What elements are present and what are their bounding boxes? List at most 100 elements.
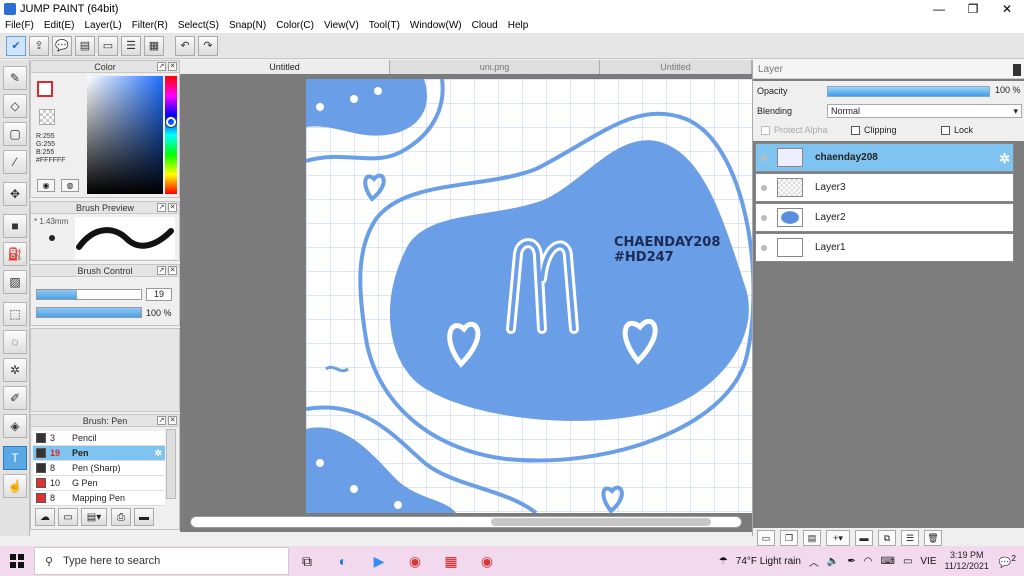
close-panel-icon[interactable]: ✕ [168, 416, 177, 425]
close-panel-icon[interactable]: ✕ [168, 203, 177, 212]
upload-icon[interactable]: ⇪ [29, 35, 49, 56]
menu-help[interactable]: Help [503, 20, 534, 31]
new-folder-icon[interactable]: ▬ [855, 530, 873, 546]
jump-paint-taskbar-icon[interactable]: ▦ [433, 546, 469, 576]
close-button[interactable]: ✕ [990, 0, 1024, 17]
brush-opacity-slider[interactable] [36, 307, 142, 318]
layer-settings-gear-icon[interactable]: ✲ [999, 151, 1010, 167]
brush-item-pencil[interactable]: 3 Pencil [33, 431, 165, 446]
layer-row-layer2[interactable]: Layer2 [755, 203, 1014, 232]
windows-start-icon[interactable] [0, 546, 34, 576]
keyboard-icon[interactable]: ⌨ [881, 556, 895, 567]
task-view-icon[interactable]: ⧉ [289, 546, 325, 576]
hand-tool-icon[interactable]: ☝ [3, 474, 27, 498]
layer-row-layer1[interactable]: Layer1 [755, 233, 1014, 262]
scrollbar-thumb[interactable] [491, 518, 711, 526]
menu-edit[interactable]: Edit(E) [39, 20, 80, 31]
merge-layer-icon[interactable]: ⧉ [878, 530, 896, 546]
display-icon[interactable]: ▭ [903, 556, 912, 567]
brush-size-slider[interactable] [36, 289, 142, 300]
add-layer-menu-icon[interactable]: +▾ [826, 530, 850, 546]
page-list-icon[interactable]: ☰ [121, 35, 141, 56]
menu-layer[interactable]: Layer(L) [79, 20, 126, 31]
clipping-checkbox[interactable]: Clipping [851, 125, 897, 135]
menu-view[interactable]: View(V) [319, 20, 364, 31]
layer-panel-scroll-handle[interactable] [1013, 64, 1021, 76]
weather-text[interactable]: 74°F Light rain [736, 556, 801, 567]
menu-window[interactable]: Window(W) [405, 20, 467, 31]
menu-filter[interactable]: Filter(R) [127, 20, 173, 31]
bucket-tool-icon[interactable]: ⛽ [3, 242, 27, 266]
document-icon[interactable]: ▭ [98, 35, 118, 56]
brush-size-input[interactable]: 19 [146, 288, 172, 301]
minimize-button[interactable]: — [922, 0, 956, 17]
drawing-canvas[interactable]: CHAENDAY208 #HD247 [306, 79, 754, 513]
delete-layer-icon[interactable]: 🗑 [924, 530, 942, 546]
layer-opacity-slider[interactable] [827, 86, 990, 97]
marquee-tool-icon[interactable]: ⬚ [3, 302, 27, 326]
brush-export-icon[interactable]: ⎙ [111, 508, 131, 526]
canvas-text-line1[interactable]: CHAENDAY208 [614, 235, 720, 250]
menu-file[interactable]: File(F) [0, 20, 39, 31]
layout-icon[interactable]: ▦ [144, 35, 164, 56]
brush-tool-icon[interactable]: ✎ [3, 66, 27, 90]
undock-icon[interactable]: ↗ [157, 62, 166, 71]
select-rect-tool-icon[interactable]: ▢ [3, 122, 27, 146]
canvas-horizontal-scrollbar[interactable] [190, 516, 742, 528]
brush-item-pen-sharp[interactable]: 8 Pen (Sharp) [33, 461, 165, 476]
blending-select[interactable]: Normal ▾ [827, 104, 1022, 118]
volume-icon[interactable]: 🔈 [827, 556, 839, 567]
eraser-tool-icon[interactable]: ◇ [3, 94, 27, 118]
visibility-eye-icon[interactable] [761, 184, 767, 191]
brush-folder-icon[interactable]: ▬ [134, 508, 154, 526]
select-pen-tool-icon[interactable]: ✐ [3, 386, 27, 410]
brush-list-scrollbar[interactable] [166, 429, 176, 499]
speech-bubble-icon[interactable]: 💬 [52, 35, 72, 56]
text-tool-icon[interactable]: T [3, 446, 27, 470]
tab-uni-png[interactable]: uni.png [390, 60, 600, 74]
menu-snap[interactable]: Snap(N) [224, 20, 271, 31]
saturation-value-picker[interactable] [87, 76, 163, 194]
transparent-swatch[interactable] [39, 109, 55, 125]
brush-settings-gear-icon[interactable]: ✲ [154, 448, 162, 459]
brush-item-pen[interactable]: 19 Pen ✲ [33, 446, 165, 461]
notifications-icon[interactable]: 💬2 [999, 553, 1016, 568]
protect-alpha-checkbox[interactable]: Protect Alpha [761, 125, 828, 135]
undock-icon[interactable]: ↗ [157, 203, 166, 212]
edge-browser-icon[interactable]: ◐ [325, 546, 361, 576]
chrome-icon[interactable]: ◉ [397, 546, 433, 576]
hue-knob[interactable] [166, 117, 176, 127]
move-tool-icon[interactable]: ✥ [3, 182, 27, 206]
wifi-icon[interactable]: ◠ [864, 556, 873, 567]
new-text-layer-icon[interactable]: ▤ [803, 530, 821, 546]
menu-tool[interactable]: Tool(T) [364, 20, 405, 31]
undo-icon[interactable]: ↶ [175, 35, 195, 56]
menu-color[interactable]: Color(C) [271, 20, 319, 31]
zoom-app-icon[interactable]: ▶ [361, 546, 397, 576]
visibility-eye-icon[interactable] [761, 244, 767, 251]
lock-checkbox[interactable]: Lock [941, 125, 973, 135]
menu-select[interactable]: Select(S) [173, 20, 224, 31]
lasso-tool-icon[interactable]: ◌ [3, 330, 27, 354]
brush-item-mapping-pen[interactable]: 8 Mapping Pen [33, 491, 165, 506]
taskbar-search-input[interactable]: ⚲ Type here to search [34, 547, 289, 575]
select-eraser-tool-icon[interactable]: ◈ [3, 414, 27, 438]
new-brush-icon[interactable]: ▭ [58, 508, 78, 526]
layer-row-layer3[interactable]: Layer3 [755, 173, 1014, 202]
layer-menu-icon[interactable]: ☰ [901, 530, 919, 546]
comment-icon[interactable]: ▤ [75, 35, 95, 56]
gradient-tool-icon[interactable]: ▨ [3, 270, 27, 294]
duplicate-layer-icon[interactable]: ❐ [780, 530, 798, 546]
language-indicator[interactable]: VIE [920, 556, 936, 567]
pen-select-tool-icon[interactable]: ⁄ [3, 150, 27, 174]
tab-untitled-1[interactable]: Untitled [180, 60, 390, 74]
clock[interactable]: 3:19 PM 11/12/2021 [945, 550, 989, 572]
visibility-eye-icon[interactable] [761, 214, 767, 221]
color-history-icon[interactable]: ◉ [37, 179, 55, 192]
redo-icon[interactable]: ↷ [198, 35, 218, 56]
fill-rect-tool-icon[interactable]: ■ [3, 214, 27, 238]
magic-wand-tool-icon[interactable]: ✲ [3, 358, 27, 382]
canvas-text-line2[interactable]: #HD247 [614, 250, 674, 265]
menu-cloud[interactable]: Cloud [467, 20, 503, 31]
new-layer-icon[interactable]: ▭ [757, 530, 775, 546]
